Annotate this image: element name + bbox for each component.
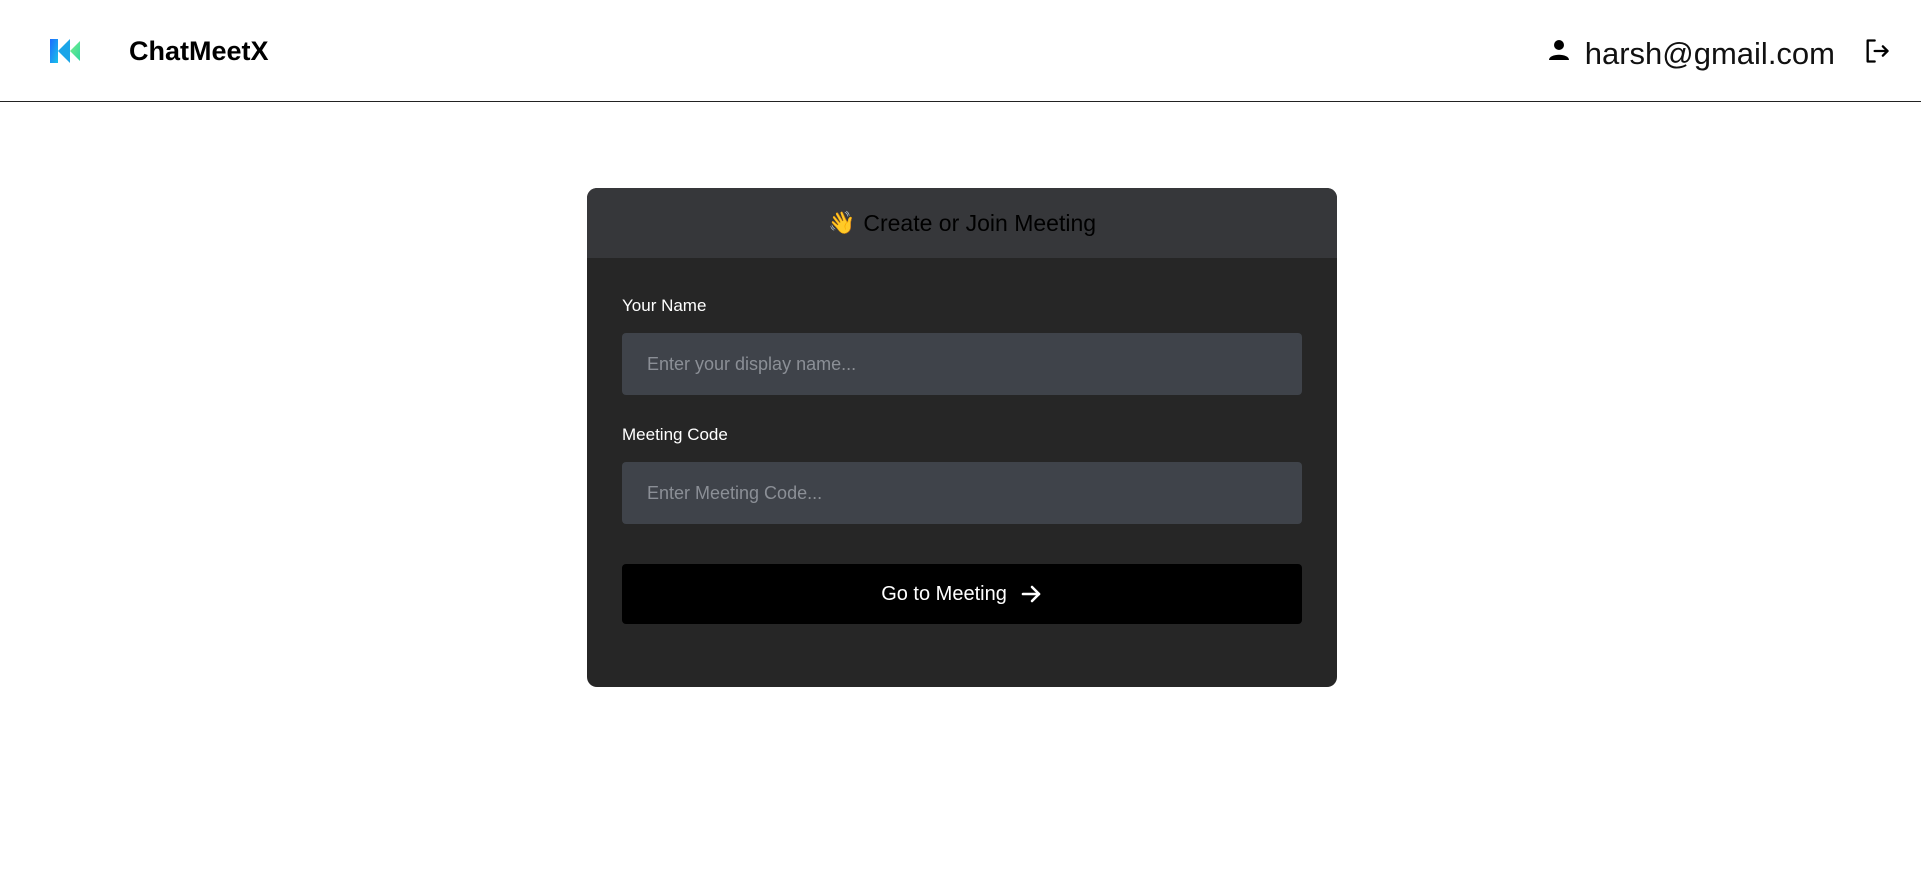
waving-hand-icon: 👋	[827, 210, 856, 235]
person-icon	[1548, 40, 1569, 60]
card-header: 👋 Create or Join Meeting	[587, 188, 1337, 258]
user-email: harsh@gmail.com	[1584, 36, 1835, 71]
card-body: Your Name Meeting Code Go to Meeting	[587, 296, 1337, 624]
arrow-right-icon	[1021, 585, 1041, 603]
meeting-code-label: Meeting Code	[622, 425, 728, 444]
top-navbar: ChatMeetX harsh@gmail.com	[0, 0, 1921, 102]
name-label: Your Name	[622, 296, 707, 315]
go-to-meeting-label: Go to Meeting	[881, 582, 1007, 605]
logout-icon[interactable]	[1863, 37, 1891, 65]
user-info: harsh@gmail.com	[1547, 34, 1835, 74]
card-title: Create or Join Meeting	[863, 209, 1097, 236]
go-to-meeting-button[interactable]: Go to Meeting	[622, 564, 1302, 624]
meeting-code-input[interactable]	[622, 462, 1302, 524]
chatmeetx-logo-icon[interactable]	[50, 39, 80, 63]
display-name-input[interactable]	[622, 333, 1302, 395]
app-name[interactable]: ChatMeetX	[129, 35, 269, 67]
meeting-card: 👋 Create or Join Meeting Your Name Meeti…	[587, 188, 1337, 687]
